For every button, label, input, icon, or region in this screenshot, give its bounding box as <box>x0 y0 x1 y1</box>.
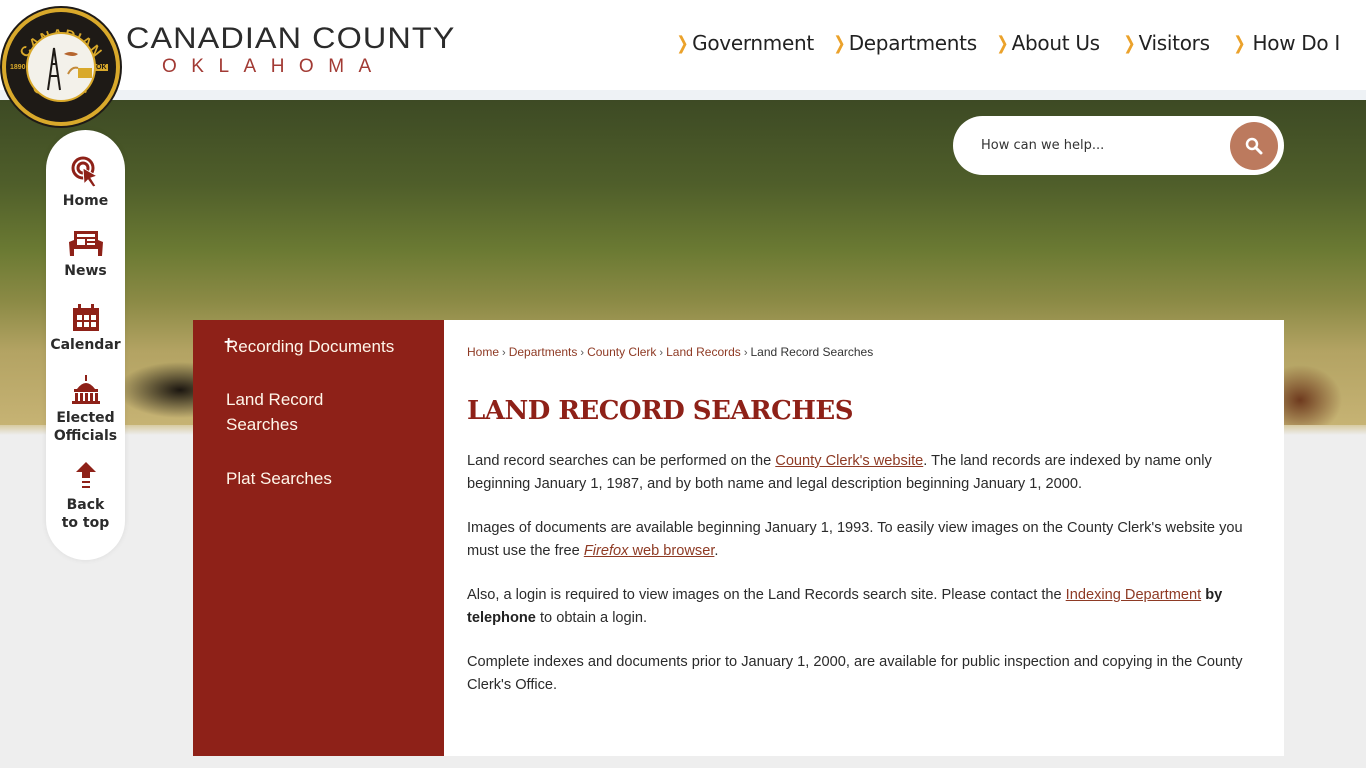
search-input[interactable] <box>981 134 1211 156</box>
paragraph-4: Complete indexes and documents prior to … <box>467 654 1243 693</box>
breadcrumb-separator: › <box>743 347 748 359</box>
quick-link-label: Calendar <box>50 337 121 353</box>
quick-link-label: Home <box>62 193 109 209</box>
quick-link-label-line2: Officials <box>53 428 118 444</box>
quick-link-label: News <box>64 263 107 279</box>
subnav-land-record-searches[interactable]: Land Record Searches <box>226 387 346 437</box>
nav-label: Visitors <box>1138 31 1210 55</box>
nav-label: Departments <box>848 31 977 55</box>
link-italic-text: Firefox <box>583 543 629 559</box>
quick-link-calendar[interactable]: Calendar <box>46 304 125 354</box>
quick-link-label-line1: Back <box>66 497 105 513</box>
chevron-right-icon: ❯ <box>833 32 846 54</box>
seal-year: 1890 <box>10 64 26 71</box>
nav-label: Government <box>692 31 814 55</box>
nav-how-do-i[interactable]: ❯ How Do I <box>1232 31 1340 55</box>
plus-icon[interactable]: + <box>224 334 233 352</box>
newspaper-icon <box>68 231 103 256</box>
seal-emblem <box>26 32 96 102</box>
text: Land record searches can be performed on… <box>467 453 776 469</box>
brand-title[interactable]: CANADIAN COUNTY <box>126 22 455 56</box>
paragraph-2: Images of documents are available beginn… <box>467 517 1262 563</box>
seal-oil-derrick-icon <box>47 47 92 91</box>
quick-links-panel: Home News Calendar Elected Officials Bac… <box>46 130 125 560</box>
breadcrumb-separator: › <box>659 347 664 359</box>
site-header: CANADIAN COUNTY OKLAHOMA ❯ Government ❯ … <box>0 0 1366 90</box>
subnav-recording-documents[interactable]: Recording Documents <box>226 334 416 359</box>
text: . <box>714 543 719 559</box>
chevron-right-icon: ❯ <box>1123 32 1136 54</box>
main-navigation: ❯ Government ❯ Departments ❯ About Us ❯ … <box>657 31 1340 55</box>
subnav-plat-searches[interactable]: Plat Searches <box>226 466 416 491</box>
seal-state: OK <box>95 64 108 71</box>
header-divider <box>0 90 1366 100</box>
calendar-icon <box>72 304 99 331</box>
chevron-right-icon: ❯ <box>996 32 1009 54</box>
site-search <box>953 116 1284 175</box>
paragraph-1: Land record searches can be performed on… <box>467 450 1262 496</box>
search-button[interactable] <box>1230 122 1278 170</box>
nav-visitors[interactable]: ❯ Visitors <box>1122 31 1210 55</box>
breadcrumb: Home › Departments › County Clerk › Land Recor… <box>467 345 873 359</box>
main-content: Home › Departments › County Clerk › Land Recor… <box>444 320 1284 756</box>
nav-departments[interactable]: ❯ Departments <box>832 31 977 55</box>
search-icon <box>1245 137 1263 155</box>
quick-link-news[interactable]: News <box>46 230 125 280</box>
brand-subtitle[interactable]: OKLAHOMA <box>162 56 386 78</box>
back-to-top-button[interactable]: Back to top <box>46 462 125 532</box>
indexing-department-link[interactable]: Indexing Department <box>1066 587 1201 603</box>
breadcrumb-departments[interactable]: Departments <box>509 345 578 359</box>
page-title: LAND RECORD SEARCHES <box>467 396 854 426</box>
breadcrumb-land-records[interactable]: Land Records <box>666 345 741 359</box>
county-clerk-website-link[interactable]: County Clerk's website <box>775 453 923 469</box>
county-seal-logo[interactable]: CANADIAN COUNTY 1890 OK <box>2 8 120 126</box>
quick-link-elected-officials[interactable]: Elected Officials <box>46 375 125 445</box>
nav-government[interactable]: ❯ Government <box>675 31 814 55</box>
link-text: web browser <box>628 543 715 559</box>
text: Also, a login is required to view images… <box>467 587 1066 603</box>
pointer-click-icon <box>71 156 98 188</box>
arrow-up-icon <box>75 462 96 488</box>
text: to obtain a login. <box>535 610 648 626</box>
quick-link-label-line1: Elected <box>56 410 115 426</box>
chevron-right-icon: ❯ <box>676 32 689 54</box>
chevron-right-icon: ❯ <box>1233 32 1246 54</box>
article-body: Land record searches can be performed on… <box>467 450 1262 718</box>
firefox-browser-link[interactable]: Firefox web browser <box>584 543 715 559</box>
paragraph-3: Also, a login is required to view images… <box>467 584 1262 630</box>
breadcrumb-home[interactable]: Home <box>467 345 499 359</box>
capitol-building-icon <box>71 375 100 404</box>
breadcrumb-current: Land Record Searches <box>750 345 874 359</box>
quick-link-label-line2: to top <box>61 515 110 531</box>
breadcrumb-county-clerk[interactable]: County Clerk <box>587 345 656 359</box>
nav-about-us[interactable]: ❯ About Us <box>995 31 1100 55</box>
nav-label: About Us <box>1011 31 1100 55</box>
breadcrumb-separator: › <box>502 347 506 359</box>
section-sidebar-nav: Recording Documents Land Record Searches… <box>193 320 444 756</box>
nav-label: How Do I <box>1252 31 1341 55</box>
breadcrumb-separator: › <box>580 347 585 359</box>
quick-link-home[interactable]: Home <box>46 156 125 210</box>
